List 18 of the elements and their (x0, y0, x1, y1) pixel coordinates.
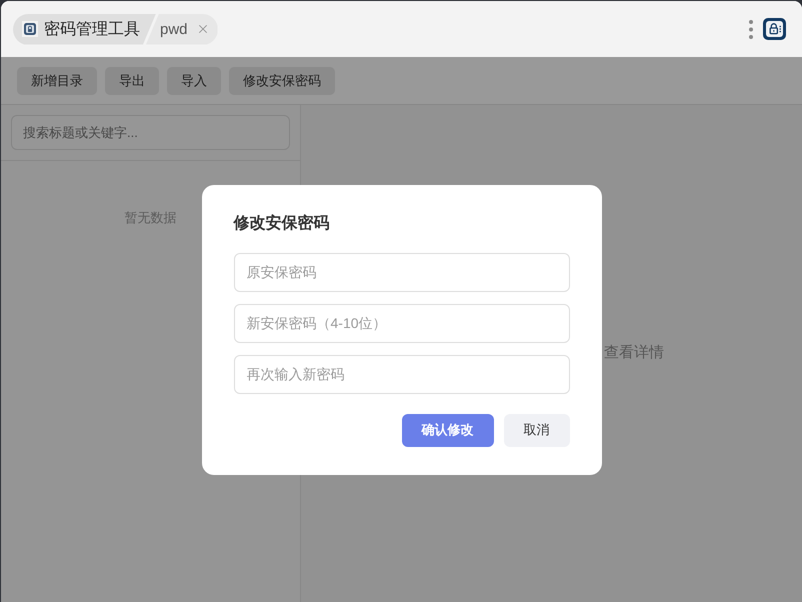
toolbar-button[interactable]: 修改安保密码 (229, 66, 335, 94)
file-tab[interactable]: pwd (146, 14, 218, 44)
search-field[interactable]: 搜索标题或关键字... (11, 115, 290, 150)
more-menu-icon[interactable] (749, 20, 753, 38)
toolbar-button[interactable]: 导出 (105, 66, 159, 94)
lock-icon[interactable] (763, 18, 786, 40)
lock-app-icon (22, 21, 38, 37)
detail-hint: 查看详情 (604, 344, 664, 361)
toolbar-button[interactable]: 导入 (167, 66, 221, 94)
empty-state-text: 暂无数据 (124, 209, 176, 227)
password-field[interactable]: 新安保密码（4-10位） (234, 304, 570, 342)
confirm-button[interactable]: 确认修改 (402, 414, 494, 446)
dialog-title: 修改安保密码 (234, 213, 330, 234)
toolbar-button[interactable]: 新增目录 (17, 66, 97, 94)
password-field[interactable]: 原安保密码 (234, 252, 570, 292)
app-tab[interactable]: 密码管理工具 (13, 14, 156, 44)
cancel-button[interactable]: 取消 (504, 414, 570, 446)
password-field[interactable]: 再次输入新密码 (234, 354, 570, 394)
